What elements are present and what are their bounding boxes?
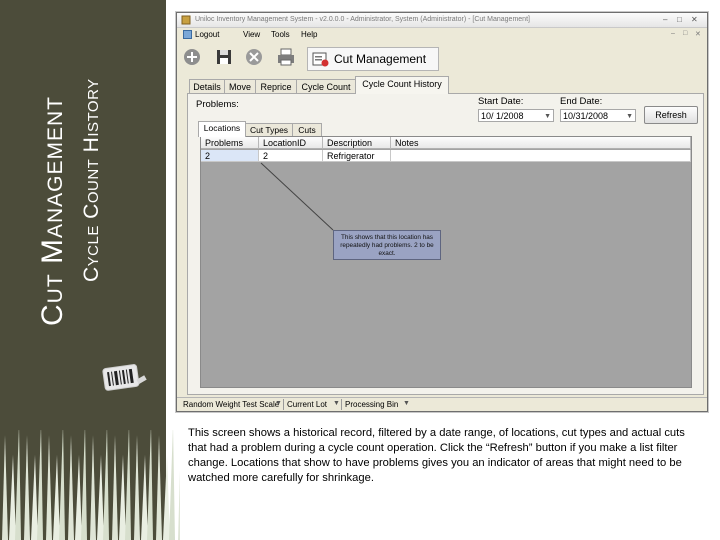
module-title: Cut Management — [334, 52, 427, 66]
callout-leader-line — [260, 162, 334, 231]
mdi-restore-button[interactable]: □ — [683, 30, 687, 37]
module-icon — [312, 52, 329, 67]
minimize-button[interactable]: – — [663, 15, 667, 24]
status-item-current-lot[interactable]: Current Lot — [287, 400, 327, 409]
subtab-locations[interactable]: Locations — [198, 121, 246, 137]
print-icon[interactable] — [275, 46, 297, 68]
module-header: Cut Management — [307, 47, 439, 71]
tab-content: Problems: Start Date: 10/ 1/2008 ▼ End D… — [187, 93, 704, 395]
app-icon — [181, 15, 191, 25]
window-title: Uniloc Inventory Management System - v2.… — [195, 16, 530, 23]
problems-grid[interactable]: Problems LocationID Description Notes 2 … — [200, 136, 692, 388]
start-date-value: 10/ 1/2008 — [481, 111, 524, 121]
menu-bar: Logout View Tools Help – □ ✕ — [177, 28, 707, 42]
close-button[interactable]: ✕ — [691, 15, 698, 24]
slide-subtitle: Cycle Count History — [80, 78, 103, 282]
end-date-input[interactable]: 10/31/2008 ▼ — [560, 109, 636, 122]
mdi-close-button[interactable]: ✕ — [695, 30, 701, 38]
end-date-value: 10/31/2008 — [563, 111, 609, 121]
add-icon[interactable] — [181, 46, 203, 68]
slide-caption: This screen shows a historical record, f… — [188, 427, 685, 484]
start-date-input[interactable]: 10/ 1/2008 ▼ — [478, 109, 554, 122]
window-titlebar[interactable]: Uniloc Inventory Management System - v2.… — [177, 13, 707, 28]
chevron-down-icon[interactable]: ▼ — [544, 110, 551, 123]
save-icon[interactable] — [213, 46, 235, 68]
refresh-button[interactable]: Refresh — [644, 106, 698, 124]
tab-cycle-count[interactable]: Cycle Count — [296, 79, 356, 94]
status-bar: Random Weight Test Scale ▼ Current Lot ▼… — [177, 397, 707, 411]
subtab-cuts[interactable]: Cuts — [292, 123, 322, 137]
toolbar: Cut Management — [177, 43, 707, 73]
chevron-down-icon[interactable]: ▼ — [333, 400, 340, 407]
status-item-processing-bin[interactable]: Processing Bin — [345, 400, 398, 409]
problems-label: Problems: — [196, 99, 239, 110]
subtab-cut-types[interactable]: Cut Types — [245, 123, 293, 137]
delete-icon[interactable] — [243, 46, 265, 68]
maximize-button[interactable]: □ — [677, 15, 682, 24]
status-item-scale[interactable]: Random Weight Test Scale — [183, 400, 279, 409]
menu-help[interactable]: Help — [301, 30, 317, 39]
start-date-label: Start Date: — [478, 96, 524, 107]
mdi-minimize-button[interactable]: – — [671, 30, 675, 37]
chevron-down-icon[interactable]: ▼ — [275, 400, 282, 407]
barcode-scanner-icon — [102, 364, 147, 391]
status-divider — [283, 399, 284, 410]
menu-tools[interactable]: Tools — [271, 30, 290, 39]
slide-title: Cut Management — [36, 96, 69, 326]
menu-logout[interactable]: Logout — [195, 30, 219, 39]
chevron-down-icon[interactable]: ▼ — [626, 110, 633, 123]
end-date-label: End Date: — [560, 96, 603, 107]
menu-view[interactable]: View — [243, 30, 260, 39]
logout-icon — [183, 30, 192, 39]
tab-reprice[interactable]: Reprice — [255, 79, 297, 94]
tab-cycle-count-history[interactable]: Cycle Count History — [355, 76, 449, 94]
chevron-down-icon[interactable]: ▼ — [403, 400, 410, 407]
status-divider — [341, 399, 342, 410]
tab-details[interactable]: Details — [189, 79, 225, 94]
callout-note: This shows that this location has repeat… — [333, 230, 441, 260]
app-window: Uniloc Inventory Management System - v2.… — [176, 12, 708, 412]
tab-move[interactable]: Move — [224, 79, 256, 94]
